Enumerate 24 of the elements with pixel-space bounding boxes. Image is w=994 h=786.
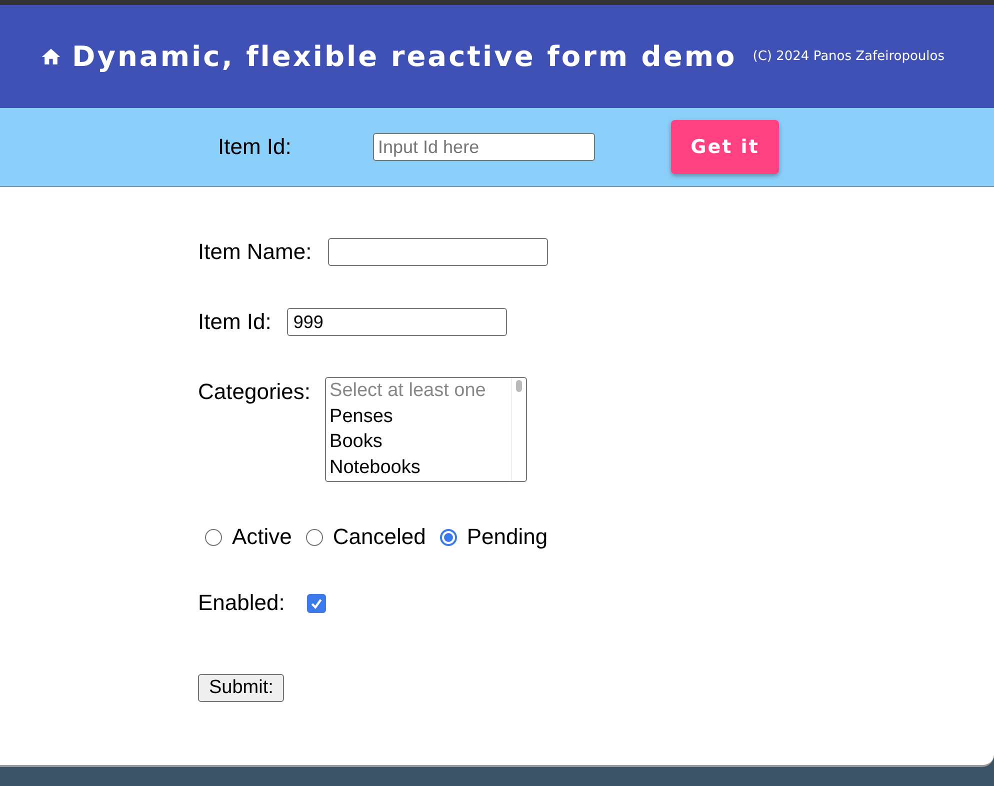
- submit-button[interactable]: Submit:: [198, 674, 284, 702]
- app-title: Dynamic, flexible reactive form demo: [72, 40, 737, 73]
- radio-button[interactable]: [205, 528, 222, 546]
- checkbox[interactable]: [306, 594, 326, 612]
- copyright-text: (C) 2024 Panos Zafeiropoulos: [752, 49, 944, 64]
- categories-listbox[interactable]: Select at least one Penses Books Notebooks: [324, 377, 527, 482]
- list-option[interactable]: Books: [330, 429, 507, 454]
- field-label: Item Id:: [198, 309, 272, 335]
- field-label: Item Id:: [218, 134, 292, 160]
- field-label: Enabled:: [198, 590, 285, 616]
- radio-label: Active: [232, 524, 292, 550]
- field-label: Item Name:: [198, 239, 312, 265]
- item-id-input[interactable]: Input Id here: [373, 133, 595, 161]
- list-option[interactable]: Penses: [330, 404, 507, 429]
- radio-button[interactable]: [440, 528, 457, 546]
- radio-label: Pending: [466, 524, 548, 550]
- list-option[interactable]: Select at least one: [330, 378, 507, 404]
- item-id-input[interactable]: 999: [287, 308, 508, 336]
- item-name-input[interactable]: [328, 238, 548, 266]
- checkmark-icon: [310, 596, 323, 610]
- list-option[interactable]: Notebooks: [330, 454, 507, 480]
- radio-label: Canceled: [332, 524, 426, 550]
- field-label: Categories:: [198, 379, 311, 405]
- radio-button[interactable]: [306, 528, 323, 546]
